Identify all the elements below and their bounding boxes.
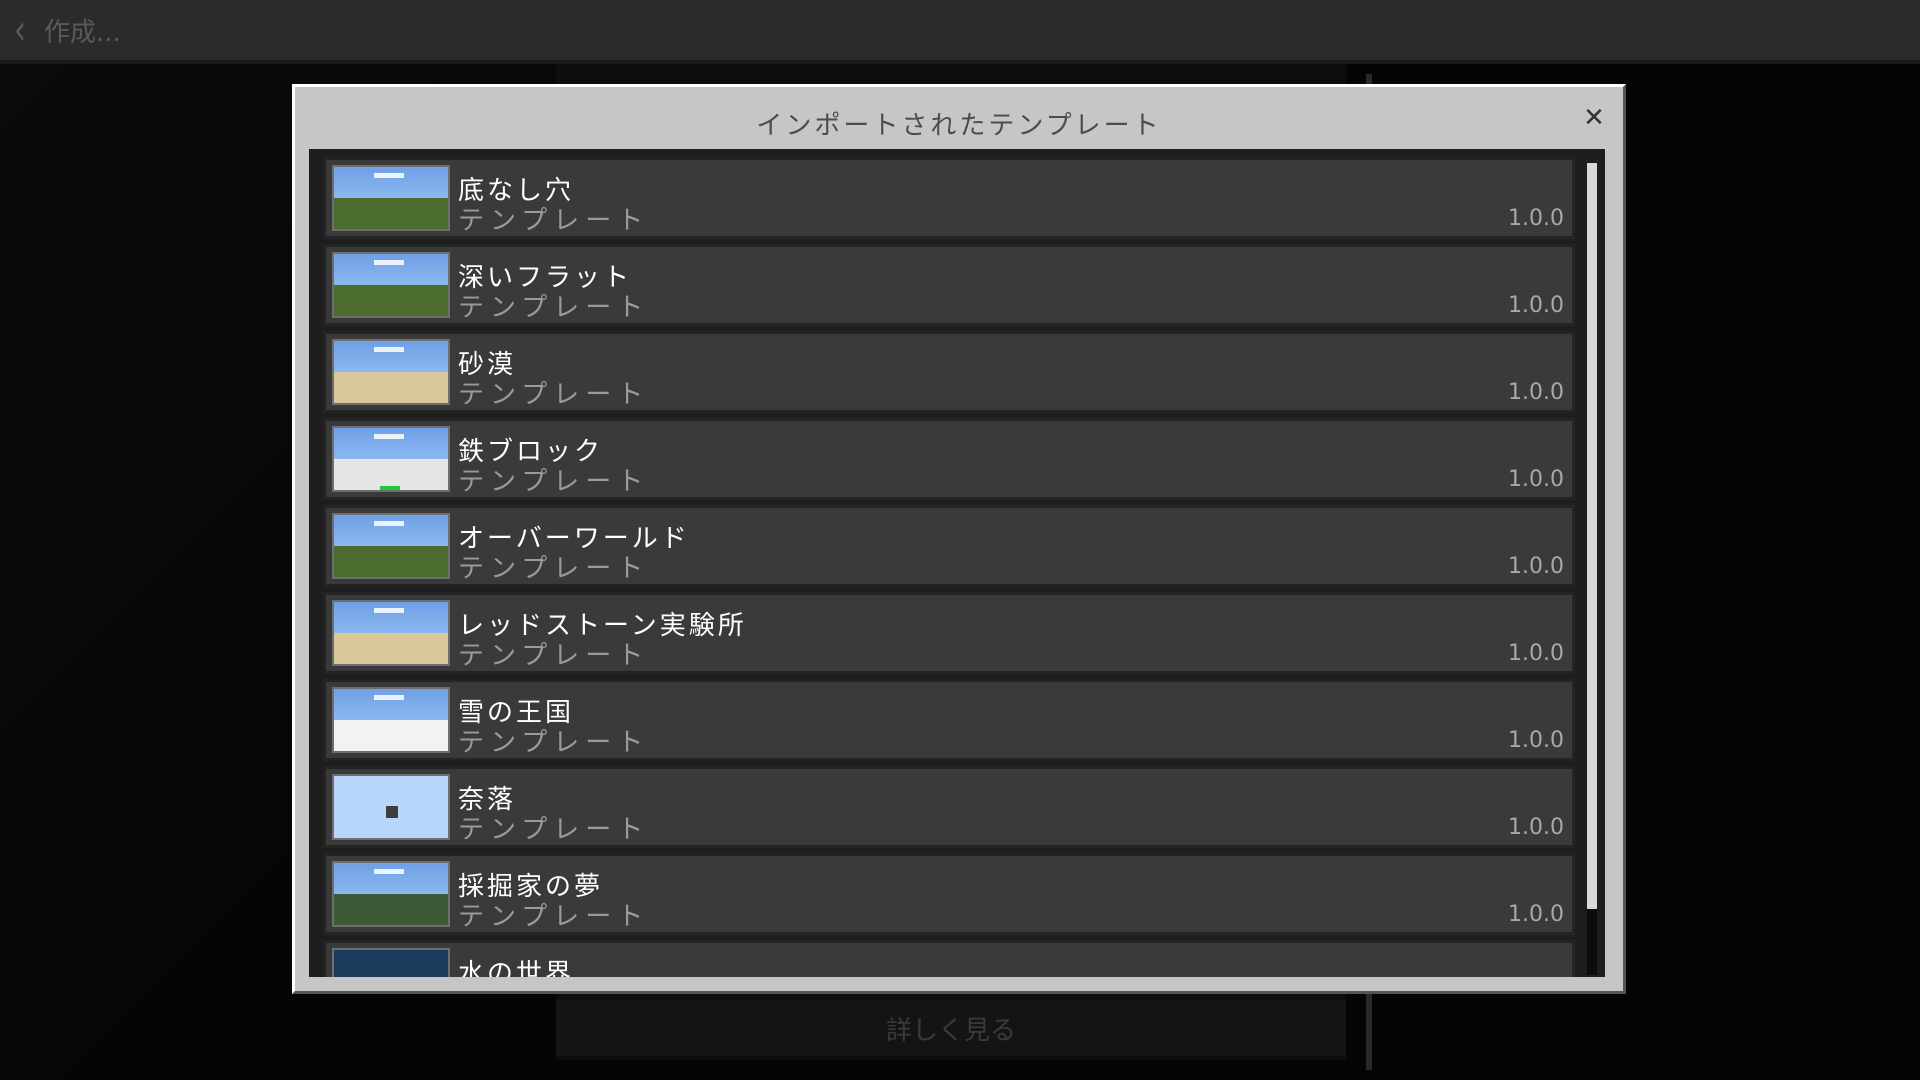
close-icon[interactable]: ✕ bbox=[1579, 103, 1609, 133]
template-thumbnail bbox=[332, 861, 450, 927]
thumbnail-marker bbox=[380, 486, 400, 490]
thumbnail-sky bbox=[334, 776, 448, 807]
thumbnail-cloud bbox=[374, 608, 404, 613]
template-version: 1.0.0 bbox=[1508, 293, 1564, 318]
template-item[interactable]: オーバーワールド テンプレート 1.0.0 bbox=[323, 505, 1575, 587]
template-version: 1.0.0 bbox=[1508, 902, 1564, 927]
template-thumbnail bbox=[332, 948, 450, 977]
template-thumbnail bbox=[332, 513, 450, 579]
thumbnail-sky bbox=[334, 428, 448, 459]
thumbnail-ground bbox=[334, 633, 448, 664]
template-version: 1.0.0 bbox=[1508, 554, 1564, 579]
scrollbar-thumb[interactable] bbox=[1587, 163, 1597, 909]
thumbnail-ground bbox=[334, 285, 448, 316]
thumbnail-sky bbox=[334, 689, 448, 720]
template-subtitle: テンプレート bbox=[458, 728, 650, 758]
thumbnail-cloud bbox=[374, 173, 404, 178]
back-button[interactable]: ‹ 作成... bbox=[14, 5, 154, 55]
thumbnail-sky bbox=[334, 863, 448, 894]
thumbnail-ground bbox=[334, 372, 448, 403]
imported-templates-dialog: インポートされたテンプレート ✕ 底なし穴 テンプレート 1.0.0 深いフラット テン… bbox=[292, 84, 1626, 994]
thumbnail-cloud bbox=[374, 347, 404, 352]
thumbnail-ground bbox=[334, 720, 448, 751]
template-subtitle: テンプレート bbox=[458, 206, 650, 236]
template-version: 1.0.0 bbox=[1508, 467, 1564, 492]
template-subtitle: テンプレート bbox=[458, 293, 650, 323]
template-subtitle: テンプレート bbox=[458, 815, 650, 845]
template-list[interactable]: 底なし穴 テンプレート 1.0.0 深いフラット テンプレート 1.0.0 砂漠 テンプレート… bbox=[309, 149, 1605, 977]
thumbnail-sky bbox=[334, 167, 448, 198]
template-version: 1.0.0 bbox=[1508, 380, 1564, 405]
template-subtitle: テンプレート bbox=[458, 902, 650, 932]
template-thumbnail bbox=[332, 600, 450, 666]
template-version: 1.0.0 bbox=[1508, 728, 1564, 753]
thumbnail-cloud bbox=[374, 521, 404, 526]
thumbnail-ground bbox=[334, 198, 448, 229]
thumbnail-sky bbox=[334, 254, 448, 285]
dialog-title: インポートされたテンプレート bbox=[756, 111, 1162, 141]
template-version: 1.0.0 bbox=[1508, 815, 1564, 840]
template-subtitle: テンプレート bbox=[458, 467, 650, 497]
scrollbar[interactable] bbox=[1587, 163, 1597, 975]
template-thumbnail bbox=[332, 339, 450, 405]
template-item[interactable]: 雪の王国 テンプレート 1.0.0 bbox=[323, 679, 1575, 761]
top-bar: ‹ 作成... bbox=[0, 0, 1920, 64]
template-item[interactable]: レッドストーン実験所 テンプレート 1.0.0 bbox=[323, 592, 1575, 674]
thumbnail-block bbox=[386, 806, 398, 818]
thumbnail-sky bbox=[334, 515, 448, 546]
template-thumbnail bbox=[332, 774, 450, 840]
chevron-left-icon: ‹ bbox=[14, 5, 26, 55]
template-list-items: 底なし穴 テンプレート 1.0.0 深いフラット テンプレート 1.0.0 砂漠 テンプレート… bbox=[323, 157, 1575, 977]
thumbnail-ground bbox=[334, 546, 448, 577]
template-item[interactable]: 水の世界 bbox=[323, 940, 1575, 977]
template-item[interactable]: 採掘家の夢 テンプレート 1.0.0 bbox=[323, 853, 1575, 935]
template-item[interactable]: 奈落 テンプレート 1.0.0 bbox=[323, 766, 1575, 848]
thumbnail-cloud bbox=[374, 260, 404, 265]
thumbnail-sky bbox=[334, 602, 448, 633]
template-version: 1.0.0 bbox=[1508, 641, 1564, 666]
thumbnail-cloud bbox=[374, 695, 404, 700]
template-item[interactable]: 砂漠 テンプレート 1.0.0 bbox=[323, 331, 1575, 413]
back-label: 作成... bbox=[44, 17, 121, 48]
thumbnail-ground bbox=[334, 894, 448, 925]
thumbnail-cloud bbox=[374, 869, 404, 874]
template-thumbnail bbox=[332, 165, 450, 231]
thumbnail-sky bbox=[334, 950, 448, 977]
template-thumbnail bbox=[332, 687, 450, 753]
thumbnail-cloud bbox=[374, 434, 404, 439]
learn-more-button[interactable]: 詳しく見る bbox=[556, 1000, 1346, 1056]
template-thumbnail bbox=[332, 426, 450, 492]
template-version: 1.0.0 bbox=[1508, 206, 1564, 231]
template-item[interactable]: 鉄ブロック テンプレート 1.0.0 bbox=[323, 418, 1575, 500]
template-subtitle: テンプレート bbox=[458, 641, 650, 671]
template-name: 水の世界 bbox=[458, 959, 575, 977]
thumbnail-sky bbox=[334, 341, 448, 372]
template-thumbnail bbox=[332, 252, 450, 318]
template-subtitle: テンプレート bbox=[458, 554, 650, 584]
template-item[interactable]: 底なし穴 テンプレート 1.0.0 bbox=[323, 157, 1575, 239]
template-item[interactable]: 深いフラット テンプレート 1.0.0 bbox=[323, 244, 1575, 326]
template-subtitle: テンプレート bbox=[458, 380, 650, 410]
